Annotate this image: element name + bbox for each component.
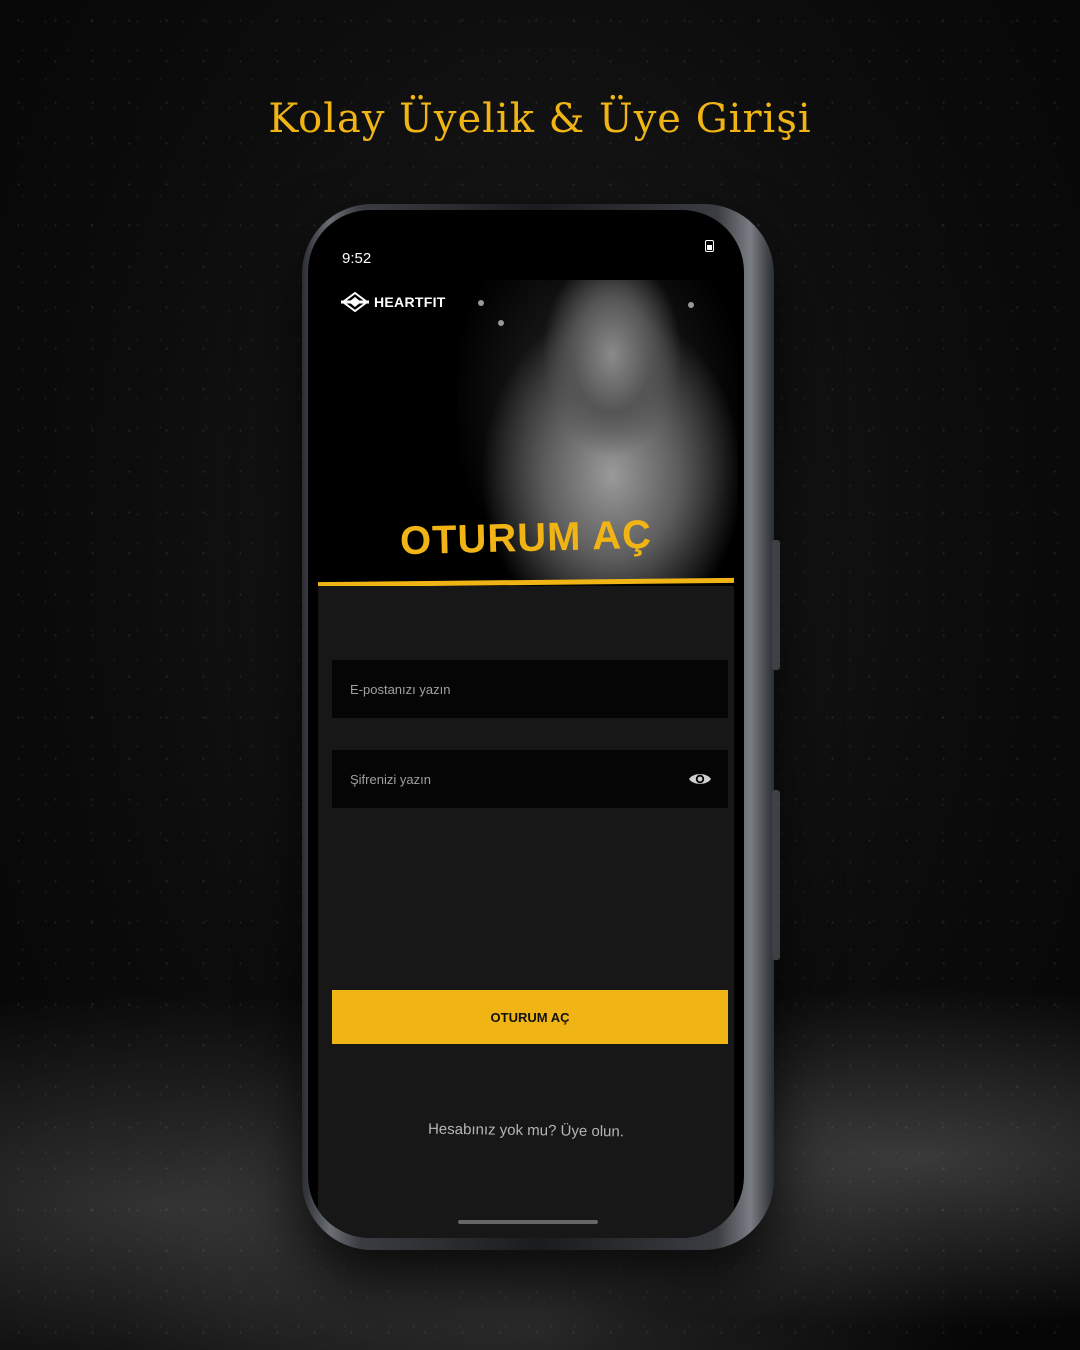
password-field[interactable] <box>332 750 728 808</box>
phone-side-button <box>772 790 780 960</box>
stage-light <box>478 300 484 306</box>
battery-icon <box>705 240 714 252</box>
email-input[interactable] <box>348 680 712 698</box>
eye-icon[interactable] <box>688 771 712 787</box>
heartfit-logo-icon <box>341 291 369 313</box>
brand-name: HEARTFIT <box>374 294 446 310</box>
home-indicator <box>458 1220 598 1224</box>
email-field[interactable] <box>332 660 728 718</box>
login-button[interactable]: OTURUM AÇ <box>332 990 728 1044</box>
phone-mockup: 9:52 HEARTFIT OTURUM AÇ E-postanızı yazı… <box>302 204 780 1250</box>
stage-light <box>498 320 504 326</box>
headline: Kolay Üyelik & Üye Girişi <box>268 96 812 142</box>
phone-side-button <box>772 540 780 670</box>
status-time: 9:52 <box>342 250 372 267</box>
phone-screen: 9:52 HEARTFIT OTURUM AÇ E-postanızı yazı… <box>308 210 744 1238</box>
password-input[interactable] <box>348 770 688 788</box>
stage-light <box>688 302 694 308</box>
brand: HEARTFIT <box>340 290 446 314</box>
